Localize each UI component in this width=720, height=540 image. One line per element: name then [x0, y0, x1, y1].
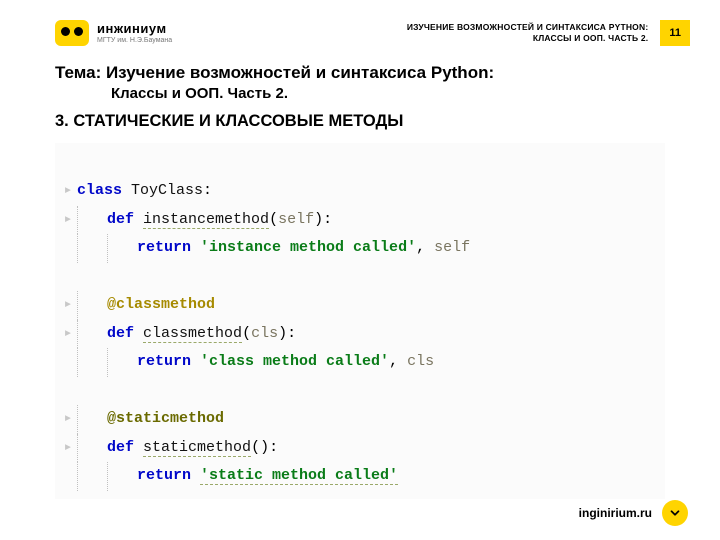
header-title: ИЗУЧЕНИЕ ВОЗМОЖНОСТЕЙ И СИНТАКСИСА PYTHO… — [407, 22, 649, 44]
logo-icon — [55, 20, 89, 46]
section-heading: 3. СТАТИЧЕСКИЕ И КЛАССОВЫЕ МЕТОДЫ — [0, 102, 720, 137]
slide-number: 11 — [660, 20, 690, 46]
chevron-down-icon — [662, 500, 688, 526]
topic-line: Тема: Изучение возможностей и синтаксиса… — [55, 62, 665, 85]
code-block: ▸class ToyClass: ▸ def instancemethod(se… — [55, 143, 665, 499]
logo-name: инжиниум — [97, 22, 172, 35]
topic-subline: Классы и ООП. Часть 2. — [55, 85, 665, 102]
footer-url: inginirium.ru — [579, 506, 652, 520]
logo-subtitle: МГТУ им. Н.Э.Баумана — [97, 37, 172, 44]
